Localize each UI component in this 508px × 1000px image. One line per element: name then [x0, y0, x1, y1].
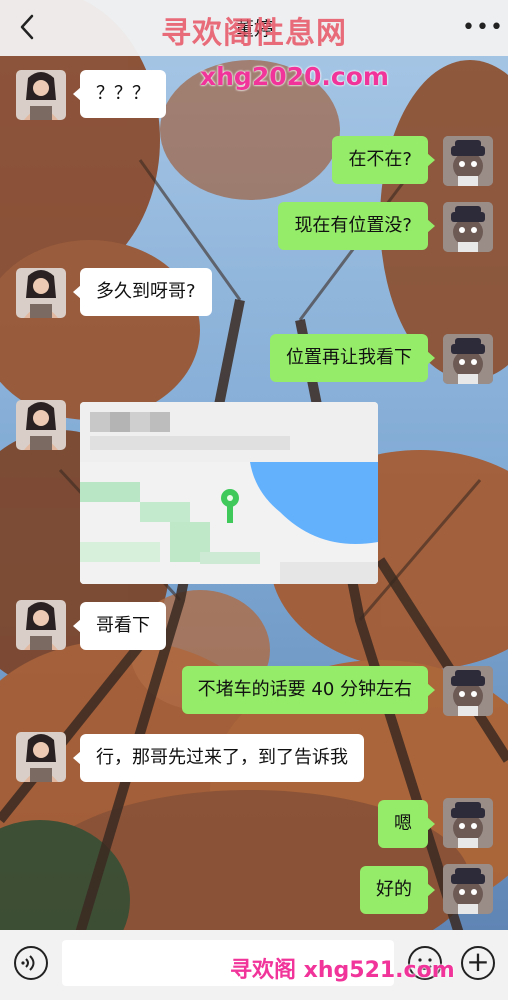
contact-avatar-image — [16, 268, 66, 318]
my-avatar-image — [443, 202, 493, 252]
my-avatar[interactable] — [443, 798, 493, 848]
my-avatar-image — [443, 666, 493, 716]
message-bubble-outgoing[interactable]: 位置再让我看下 — [270, 334, 435, 382]
message-bubble-outgoing[interactable]: 好的 — [360, 866, 435, 914]
my-avatar-image — [443, 864, 493, 914]
message-bubble-outgoing[interactable]: 嗯 — [378, 800, 435, 848]
plus-icon: + — [466, 945, 490, 978]
contact-avatar-image — [16, 600, 66, 650]
voice-icon — [21, 955, 35, 971]
contact-avatar-image — [16, 400, 66, 450]
watermark-top: 寻欢阁性息网 — [161, 16, 347, 51]
contact-avatar-image — [16, 70, 66, 120]
my-avatar[interactable] — [443, 666, 493, 716]
my-avatar[interactable] — [443, 864, 493, 914]
message-bubble-incoming[interactable]: 行，那哥先过来了，到了告诉我 — [73, 734, 364, 782]
message-bubble-outgoing[interactable]: 不堵车的话要 40 分钟左右 — [181, 666, 436, 714]
plus-button[interactable]: + — [461, 946, 495, 980]
my-avatar-image — [443, 334, 493, 384]
my-avatar[interactable] — [443, 334, 493, 384]
contact-avatar[interactable] — [16, 600, 66, 650]
message-bubble-incoming[interactable]: 多久到呀哥? — [73, 268, 212, 316]
watermark-bottom: 寻欢阁 xhg521.com — [230, 958, 455, 983]
my-avatar[interactable] — [443, 136, 493, 186]
contact-avatar[interactable] — [16, 268, 66, 318]
message-bubble-outgoing[interactable]: 在不在? — [332, 136, 435, 184]
watermark-url: xhg2020.com — [200, 62, 389, 91]
contact-avatar[interactable] — [16, 400, 66, 450]
my-avatar[interactable] — [443, 202, 493, 252]
contact-avatar[interactable] — [16, 732, 66, 782]
voice-button[interactable] — [14, 946, 48, 980]
contact-avatar[interactable] — [16, 70, 66, 120]
location-message-card[interactable] — [80, 402, 378, 584]
contact-avatar-image — [16, 732, 66, 782]
message-bubble-incoming[interactable]: ？？？ — [73, 70, 166, 118]
my-avatar-image — [443, 136, 493, 186]
my-avatar-image — [443, 798, 493, 848]
message-bubble-incoming[interactable]: 哥看下 — [73, 602, 166, 650]
location-map-preview — [80, 402, 378, 584]
message-bubble-outgoing[interactable]: 现在有位置没? — [278, 202, 435, 250]
